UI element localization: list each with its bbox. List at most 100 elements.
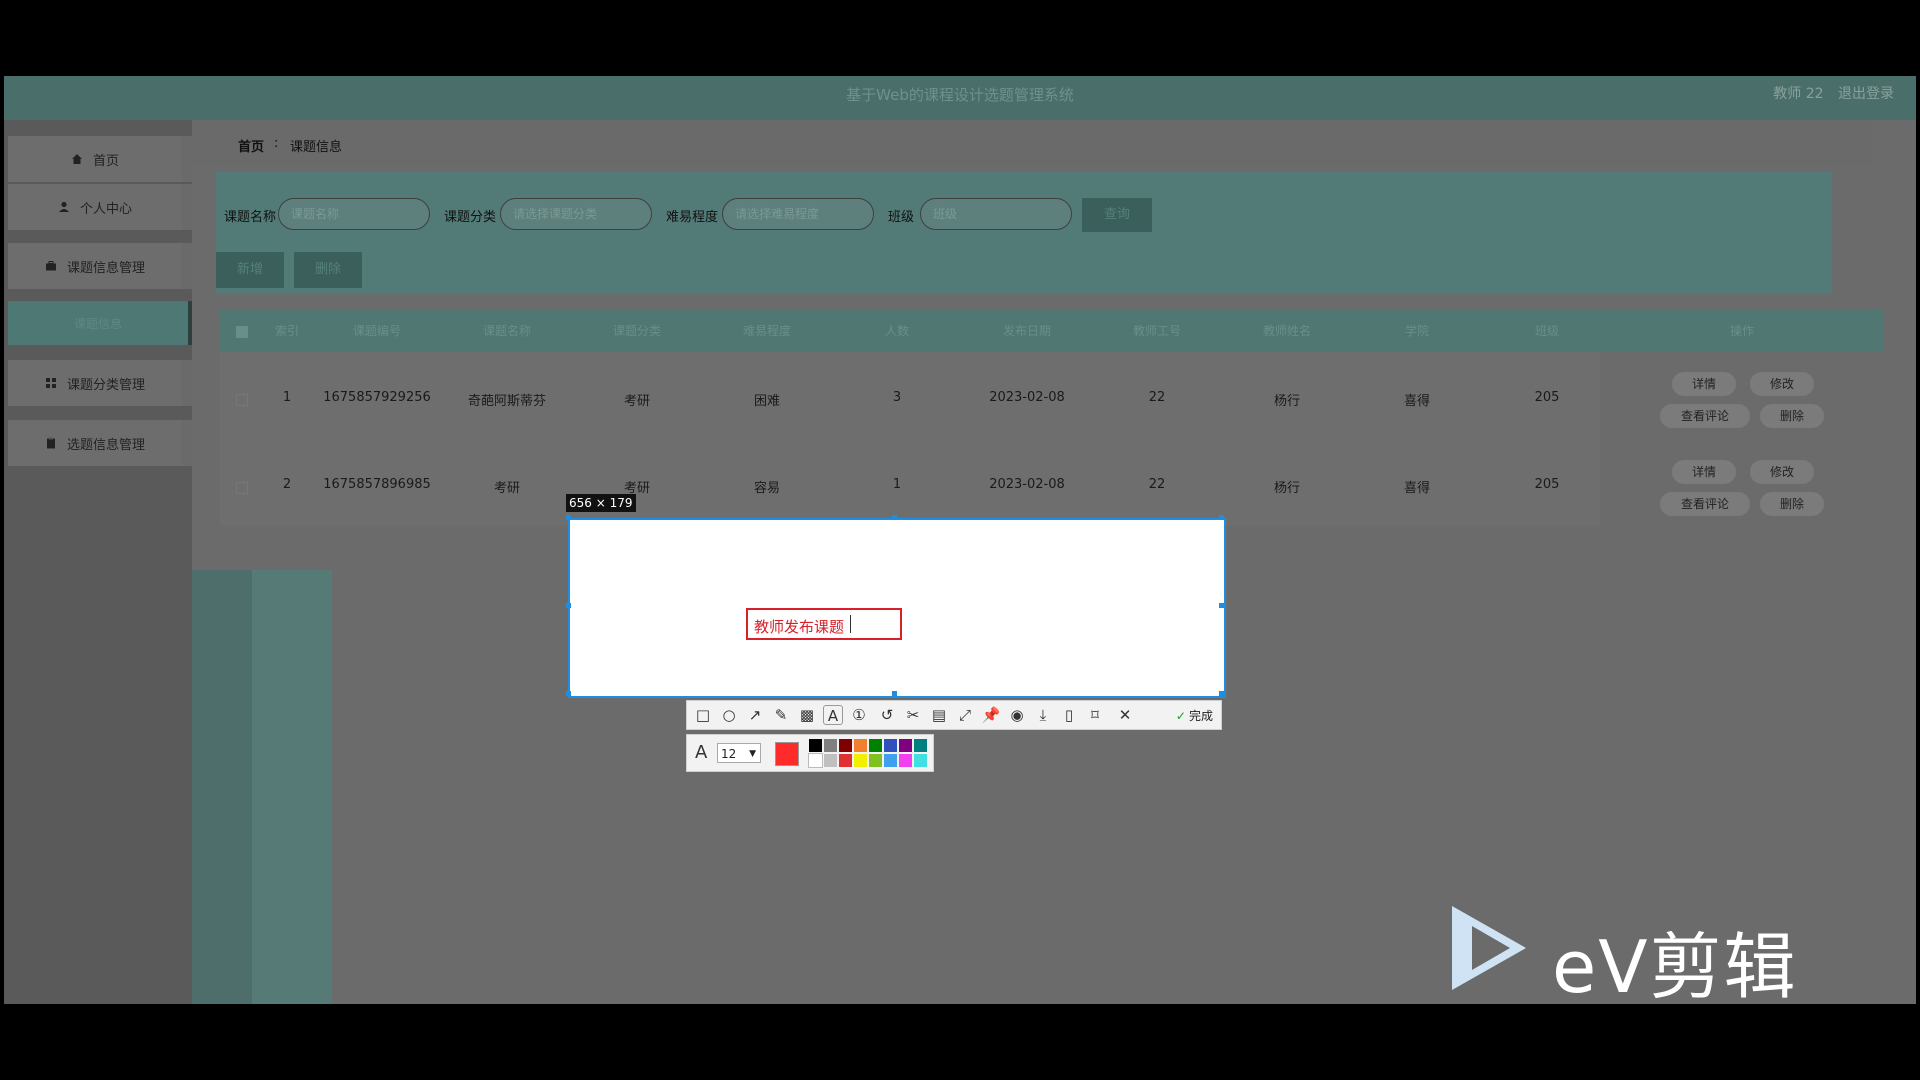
edit-button[interactable]: 修改 [1750, 460, 1814, 484]
sidebar-item-selection-manage[interactable]: 选题信息管理 [8, 420, 192, 466]
arrow-icon[interactable]: ↗ [745, 705, 765, 725]
comments-button[interactable]: 查看评论 [1660, 404, 1750, 428]
cut-icon[interactable]: ✂ [903, 705, 923, 725]
comments-button[interactable]: 查看评论 [1660, 492, 1750, 516]
done-button[interactable]: ✓ 完成 [1176, 707, 1213, 724]
color-swatch[interactable] [839, 739, 852, 752]
name-label: 课题名称 [224, 210, 277, 225]
query-button[interactable]: 查询 [1082, 198, 1152, 232]
text-icon[interactable]: A [823, 705, 843, 725]
row-checkbox[interactable] [236, 394, 248, 406]
current-color-swatch[interactable] [775, 742, 799, 766]
resize-handle[interactable] [566, 603, 571, 608]
briefcase-icon [45, 261, 56, 271]
detail-button[interactable]: 详情 [1672, 372, 1736, 396]
table-header: 索引 课题编号 课题名称 课题分类 难易程度 人数 发布日期 教师工号 教师姓名… [220, 310, 1884, 352]
cell-name: 考研 [493, 481, 520, 496]
col-header: 课题名称 [482, 324, 531, 338]
color-swatch[interactable] [869, 754, 882, 767]
clipboard-icon [46, 437, 55, 449]
color-swatch[interactable] [809, 739, 822, 752]
font-size-select[interactable]: 12 ▼ [717, 743, 761, 763]
resize-handle[interactable] [1219, 515, 1224, 520]
annotation-textbox[interactable]: 教师发布课题 [746, 608, 902, 640]
cell-difficulty: 容易 [753, 481, 780, 496]
color-swatch[interactable] [899, 739, 912, 752]
row-checkbox[interactable] [236, 482, 248, 494]
name-input[interactable]: 课题名称 [278, 198, 430, 230]
ocr-icon[interactable]: ▤ [929, 705, 949, 725]
color-swatch[interactable] [854, 754, 867, 767]
delete-row-button[interactable]: 删除 [1760, 404, 1824, 428]
color-swatch[interactable] [899, 754, 912, 767]
sidebar-item-home[interactable]: 首页 [8, 136, 192, 182]
sidebar-item-label: 课题信息 [73, 316, 122, 331]
class-label: 班级 [888, 210, 915, 225]
cell-date: 2023-02-08 [989, 390, 1065, 405]
resize-handle[interactable] [566, 515, 571, 520]
difficulty-label: 难易程度 [666, 210, 719, 225]
font-size-icon: A [695, 742, 708, 763]
detail-button[interactable]: 详情 [1672, 460, 1736, 484]
sidebar-item-label: 首页 [92, 153, 119, 169]
bookmark-icon[interactable]: ⌑ [1085, 705, 1105, 725]
select-all-checkbox[interactable] [236, 326, 248, 338]
col-header: 班级 [1534, 324, 1559, 338]
pin-icon[interactable]: 📌 [981, 705, 1001, 725]
color-swatch[interactable] [884, 739, 897, 752]
delete-button[interactable]: 删除 [294, 252, 362, 288]
difficulty-select[interactable]: 请选择难易程度 [722, 198, 874, 230]
color-swatch[interactable] [854, 739, 867, 752]
resize-handle[interactable] [1219, 691, 1224, 696]
cell-college: 喜得 [1403, 481, 1430, 496]
home-icon [71, 154, 82, 164]
cell-date: 2023-02-08 [989, 477, 1065, 492]
color-swatch[interactable] [824, 739, 837, 752]
undo-icon[interactable]: ↺ [877, 705, 897, 725]
add-button[interactable]: 新增 [216, 252, 284, 288]
sidebar: 首页 个人中心 课题信息管理 课题信息 课题分类管理 选题信息管理 [4, 120, 192, 1004]
class-input[interactable]: 班级 [920, 198, 1072, 230]
category-select[interactable]: 请选择课题分类 [500, 198, 652, 230]
number-icon[interactable]: ① [849, 705, 869, 725]
ellipse-icon[interactable]: ○ [719, 705, 739, 725]
rect-icon[interactable]: □ [693, 705, 713, 725]
col-header: 教师工号 [1132, 324, 1181, 338]
mosaic-icon[interactable]: ▩ [797, 705, 817, 725]
record-icon[interactable]: ◉ [1007, 705, 1027, 725]
background-stripe [192, 570, 252, 1004]
resize-handle[interactable] [892, 515, 897, 520]
color-swatch[interactable] [884, 754, 897, 767]
sidebar-item-category-manage[interactable]: 课题分类管理 [8, 360, 192, 406]
breadcrumb-home[interactable]: 首页 [238, 136, 264, 155]
sidebar-subitem-topic-info[interactable]: 课题信息 [8, 301, 192, 345]
resize-handle[interactable] [892, 691, 897, 696]
resize-handle[interactable] [1219, 603, 1224, 608]
color-swatch[interactable] [914, 754, 927, 767]
expand-icon[interactable]: ⤢ [955, 705, 975, 725]
close-icon[interactable]: ✕ [1115, 705, 1135, 725]
color-swatch[interactable] [824, 754, 837, 767]
resize-handle[interactable] [566, 691, 571, 696]
user-label: 教师 22 [1773, 86, 1824, 102]
app-title: 基于Web的课程设计选题管理系统 [846, 86, 1074, 104]
logout-link[interactable]: 退出登录 [1838, 86, 1894, 102]
cell-index: 1 [282, 390, 292, 405]
difficulty-placeholder: 请选择难易程度 [735, 207, 820, 221]
sidebar-item-topic-manage[interactable]: 课题信息管理 [8, 243, 192, 289]
color-swatch[interactable] [839, 754, 852, 767]
color-swatch[interactable] [869, 739, 882, 752]
pencil-icon[interactable]: ✎ [771, 705, 791, 725]
color-swatch[interactable] [914, 739, 927, 752]
download-icon[interactable]: ⤓ [1033, 705, 1053, 725]
sidebar-item-label: 个人中心 [79, 201, 132, 217]
delete-row-button[interactable]: 删除 [1760, 492, 1824, 516]
col-header: 索引 [274, 324, 299, 338]
color-swatch[interactable] [808, 753, 823, 768]
edit-button[interactable]: 修改 [1750, 372, 1814, 396]
save-icon[interactable]: ▯ [1059, 705, 1079, 725]
col-header: 难易程度 [742, 324, 791, 338]
sidebar-item-profile[interactable]: 个人中心 [8, 184, 192, 230]
sidebar-item-label: 选题信息管理 [66, 437, 145, 453]
col-header: 课题分类 [612, 324, 661, 338]
